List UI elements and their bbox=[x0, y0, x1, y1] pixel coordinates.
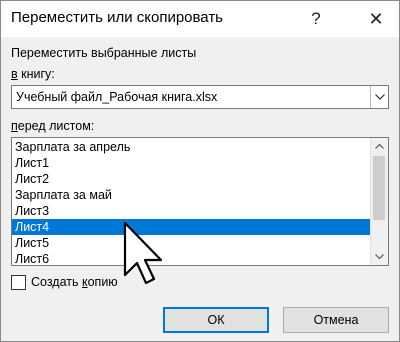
sheet-list-item[interactable]: Зарплата за апрель bbox=[12, 139, 370, 155]
sheet-list-item-label: Лист2 bbox=[15, 172, 50, 186]
sheet-list-item-label: Лист3 bbox=[15, 204, 50, 218]
sheet-list-item-label: Лист4 bbox=[15, 220, 50, 234]
sheet-list-item[interactable]: Лист1 bbox=[12, 155, 370, 171]
ok-button[interactable]: ОК bbox=[163, 307, 269, 333]
dialog-title: Переместить или скопировать bbox=[11, 9, 223, 26]
before-label-accel: п bbox=[11, 119, 18, 133]
book-select-dropdown-button[interactable] bbox=[370, 86, 388, 108]
sheet-list-item[interactable]: Зарплата за май bbox=[12, 187, 370, 203]
cancel-button[interactable]: Отмена bbox=[283, 307, 389, 333]
sheet-list-item-label: Зарплата за май bbox=[15, 188, 112, 202]
book-select[interactable]: Учебный файл_Рабочая книга.xlsx bbox=[11, 85, 389, 109]
scrollbar-thumb[interactable] bbox=[373, 156, 385, 220]
book-label-text: книгу: bbox=[17, 67, 55, 81]
sheet-list-item[interactable]: Лист3 bbox=[12, 203, 370, 219]
create-copy-label[interactable]: Создать копию bbox=[31, 275, 118, 289]
close-button[interactable]: ✕ bbox=[353, 1, 399, 37]
title-bar: Переместить или скопировать ? ✕ bbox=[1, 1, 399, 37]
scroll-up-button[interactable] bbox=[371, 138, 388, 155]
sheet-list-item-selected[interactable]: Лист4 bbox=[12, 219, 370, 235]
sheet-list-item-label: Лист1 bbox=[15, 156, 50, 170]
sheet-list-scrollbar[interactable] bbox=[370, 138, 388, 265]
create-copy-label-rest: опию bbox=[87, 275, 118, 289]
chevron-up-icon bbox=[375, 144, 384, 149]
sheet-list-item[interactable]: Лист6 bbox=[12, 251, 370, 266]
chevron-down-icon bbox=[375, 254, 384, 259]
before-sheet-label: перед листом: bbox=[11, 119, 94, 133]
create-copy-checkbox[interactable] bbox=[11, 275, 26, 290]
sheet-list-item[interactable]: Лист2 bbox=[12, 171, 370, 187]
section-label: Переместить выбранные листы bbox=[11, 46, 197, 60]
before-label-text: еред листом: bbox=[17, 119, 95, 133]
book-label-accel: в bbox=[11, 67, 18, 81]
sheet-list-item-label: Зарплата за апрель bbox=[15, 140, 131, 154]
sheet-list-item[interactable]: Лист5 bbox=[12, 235, 370, 251]
sheet-list-item-label: Лист6 bbox=[15, 252, 50, 266]
mouse-pointer-icon bbox=[123, 221, 163, 285]
book-select-value: Учебный файл_Рабочая книга.xlsx bbox=[16, 90, 218, 104]
help-button[interactable]: ? bbox=[293, 1, 339, 37]
create-copy-label-pre: Создать bbox=[31, 275, 82, 289]
chevron-down-icon bbox=[374, 94, 385, 100]
book-label: в книгу: bbox=[11, 67, 55, 81]
sheet-list-item-label: Лист5 bbox=[15, 236, 50, 250]
move-copy-dialog: Переместить или скопировать ? ✕ Перемест… bbox=[0, 0, 400, 342]
scroll-down-button[interactable] bbox=[371, 248, 388, 265]
sheet-list[interactable]: Зарплата за апрель Лист1 Лист2 Зарплата … bbox=[11, 137, 389, 266]
